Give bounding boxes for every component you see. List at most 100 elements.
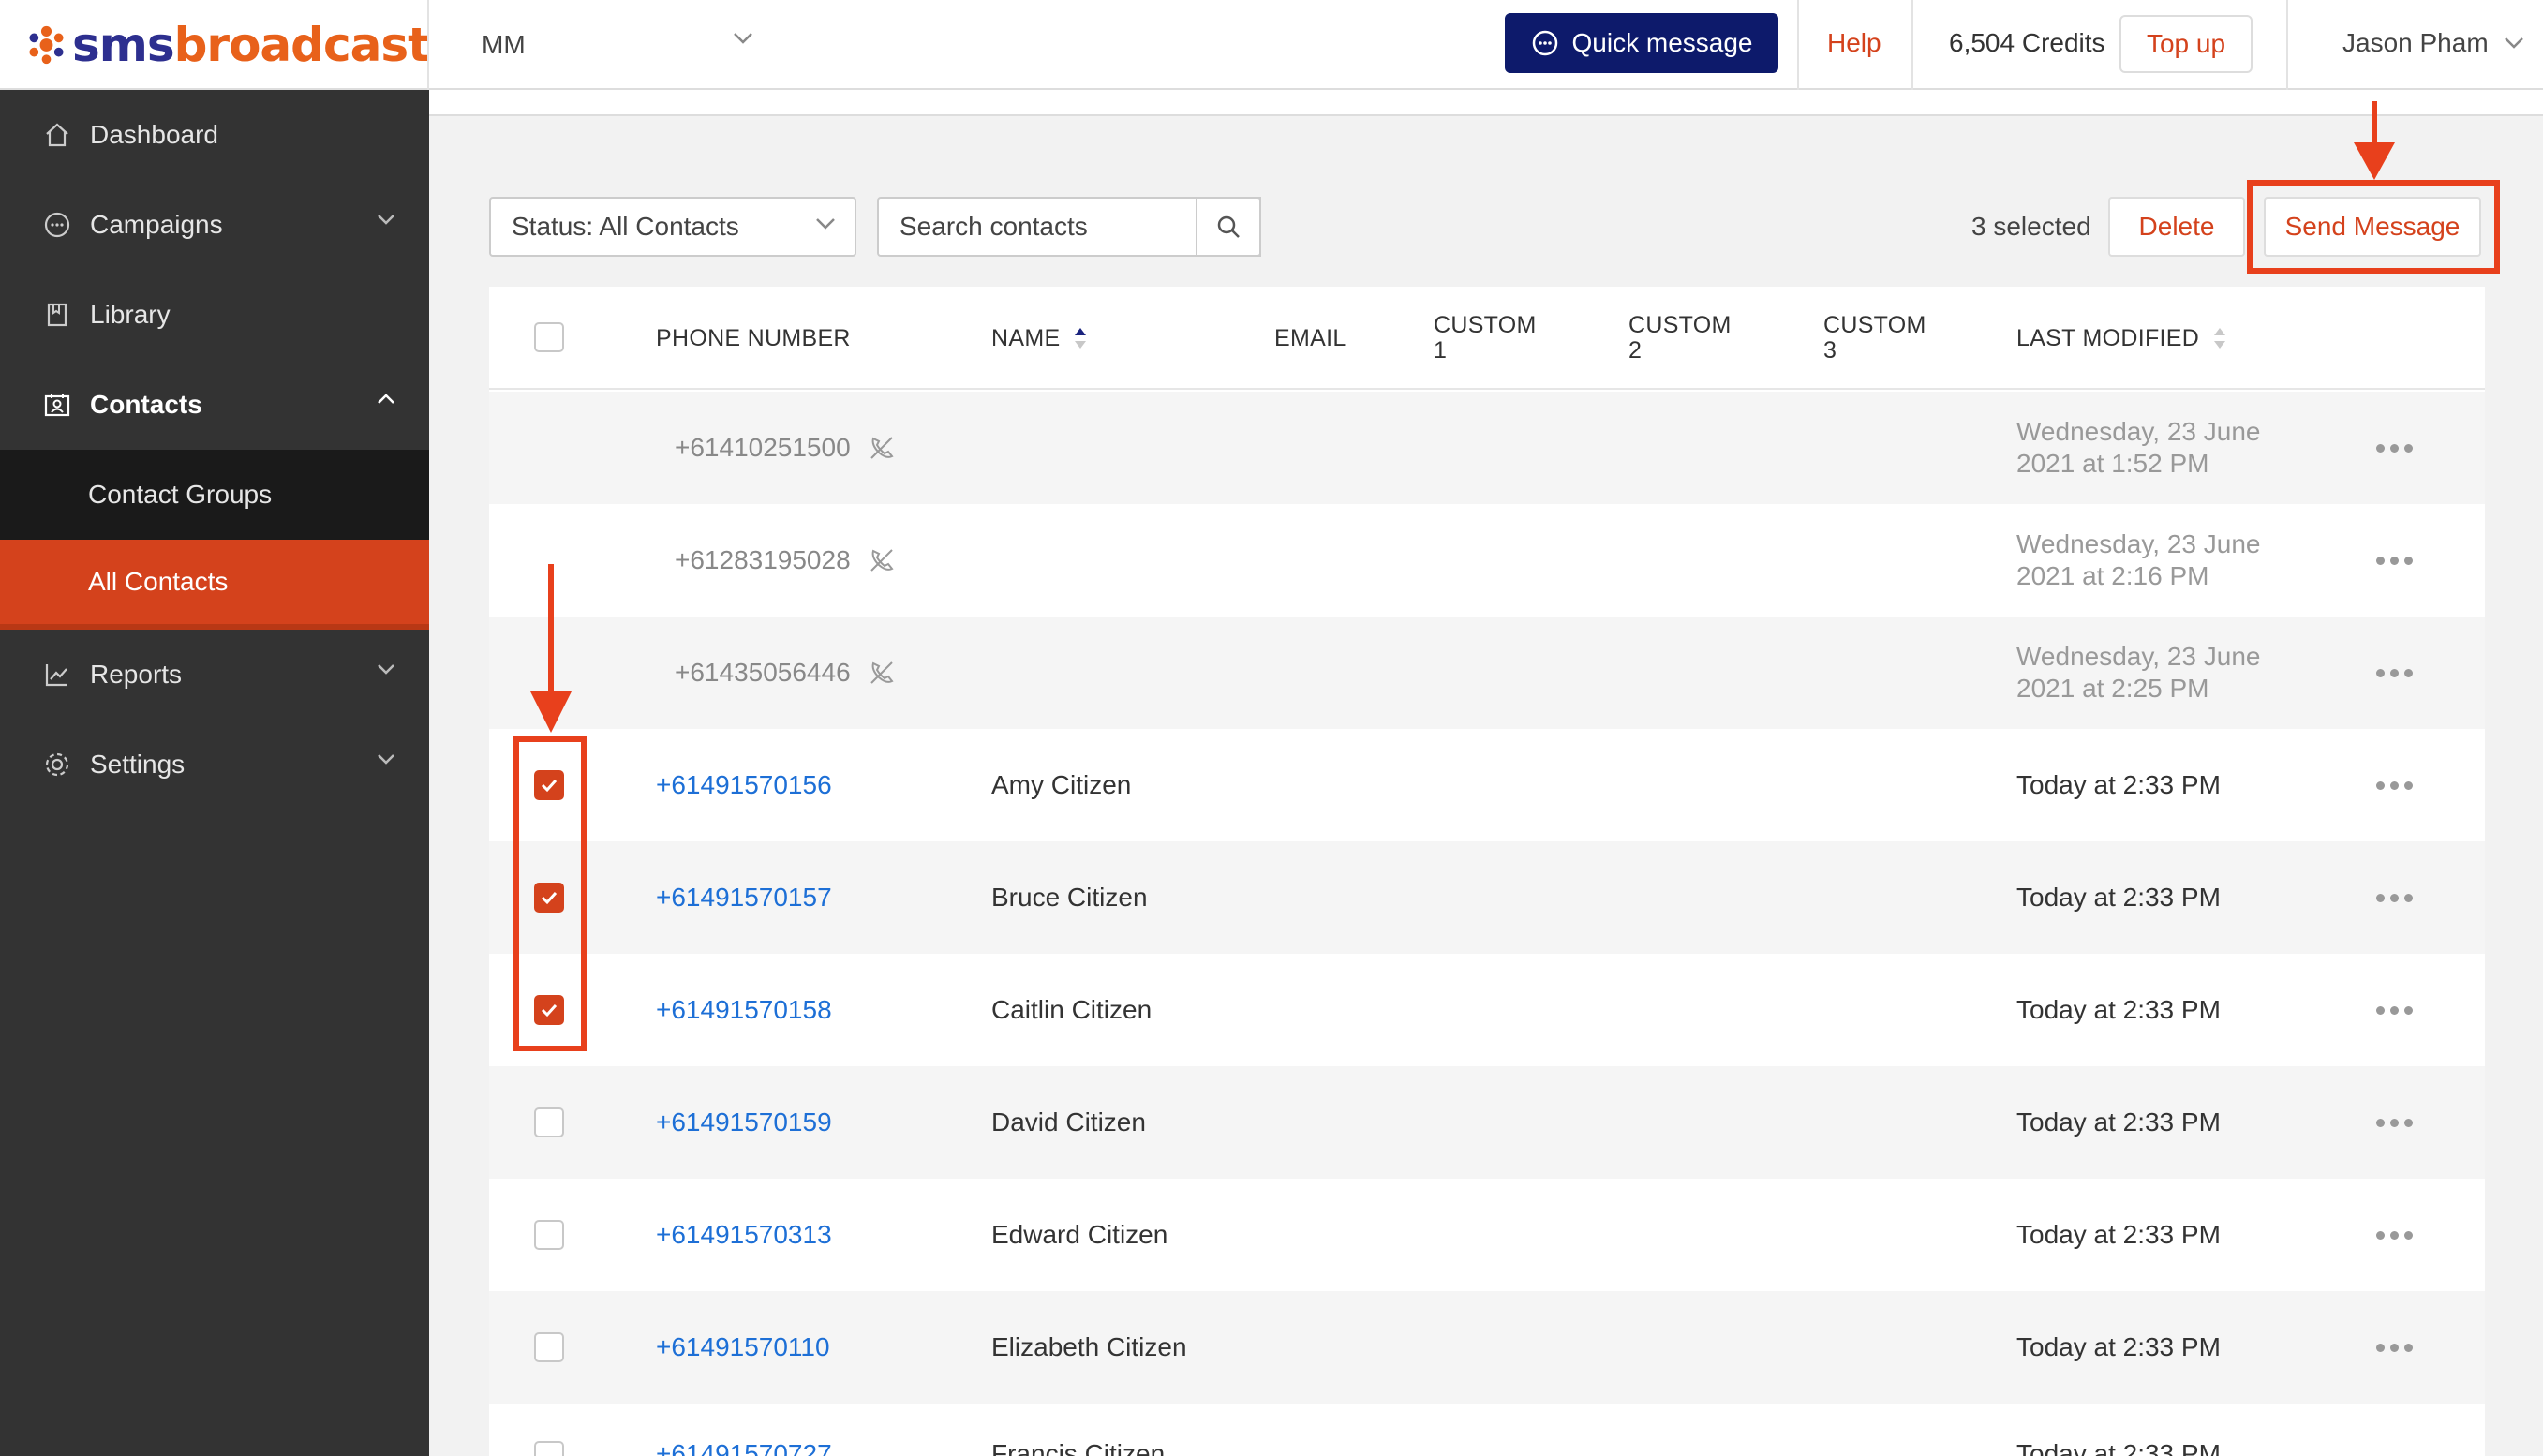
more-options-icon[interactable] xyxy=(2376,617,2413,729)
quick-message-label: Quick message xyxy=(1571,28,1753,57)
selected-count: 3 selected xyxy=(1971,212,2091,241)
phone-link[interactable]: +61491570158 xyxy=(656,954,832,1066)
table-row[interactable]: +61491570158 Caitlin Citizen Today at 2:… xyxy=(489,954,2485,1066)
column-header-email[interactable]: EMAIL xyxy=(1274,287,1346,390)
sort-ascending-icon xyxy=(1075,328,1087,349)
table-row[interactable]: +61491570727 Francis Citizen Today at 2:… xyxy=(489,1404,2485,1456)
sidebar-subitem-all-contacts[interactable]: All Contacts xyxy=(0,540,429,630)
last-modified-line: Today at 2:33 PM xyxy=(2016,1220,2221,1249)
more-options-icon[interactable] xyxy=(2376,841,2413,954)
last-modified-cell: Today at 2:33 PM xyxy=(2016,954,2221,1066)
top-up-button[interactable]: Top up xyxy=(2119,15,2253,73)
table-row[interactable]: +61491570110 Elizabeth Citizen Today at … xyxy=(489,1291,2485,1404)
phone-number: +61283195028 xyxy=(675,545,851,574)
phone-number: +61435056446 xyxy=(675,658,851,687)
column-header-last-modified[interactable]: LAST MODIFIED xyxy=(2016,287,2227,390)
phone-unsubscribed-icon xyxy=(870,437,894,459)
contact-name: Elizabeth Citizen xyxy=(991,1332,1187,1361)
table-row[interactable]: +61491570313 Edward Citizen Today at 2:3… xyxy=(489,1179,2485,1291)
last-modified-line: Today at 2:33 PM xyxy=(2016,1332,2221,1361)
column-header-name[interactable]: NAME xyxy=(991,287,1088,390)
sidebar-item-label: Settings xyxy=(90,750,186,779)
header-divider xyxy=(2286,0,2288,90)
sort-icon xyxy=(2214,328,2226,349)
sidebar-item-library[interactable]: Library xyxy=(0,270,429,360)
phone-link[interactable]: +61491570727 xyxy=(656,1398,832,1456)
phone-cell[interactable]: +61410251500 xyxy=(675,392,896,504)
sidebar-subitem-contact-groups[interactable]: Contact Groups xyxy=(0,450,429,540)
column-header-custom1[interactable]: CUSTOM 1 xyxy=(1434,287,1537,390)
sidebar-item-campaigns[interactable]: Campaigns xyxy=(0,180,429,270)
chevron-up-icon xyxy=(378,394,394,404)
column-header-custom2[interactable]: CUSTOM 2 xyxy=(1628,287,1732,390)
phone-cell[interactable]: +61283195028 xyxy=(675,504,896,617)
column-header-label: LAST MODIFIED xyxy=(2016,324,2200,351)
select-all-checkbox[interactable] xyxy=(534,322,564,352)
phone-unsubscribed-icon xyxy=(870,661,894,684)
phone-link[interactable]: +61491570313 xyxy=(656,1179,832,1291)
sidebar-item-dashboard[interactable]: Dashboard xyxy=(0,90,429,180)
sidebar-item-settings[interactable]: Settings xyxy=(0,720,429,810)
table-row[interactable]: +61435056446 Wednesday, 23 June 2021 at … xyxy=(489,617,2485,729)
more-options-icon[interactable] xyxy=(2376,1179,2413,1291)
sidebar-item-label: Campaigns xyxy=(90,210,223,239)
more-options-icon[interactable] xyxy=(2376,729,2413,841)
more-options-icon[interactable] xyxy=(2376,392,2413,504)
row-checkbox[interactable] xyxy=(534,1220,564,1250)
phone-cell[interactable]: +61435056446 xyxy=(675,617,896,729)
smsbroadcast-logo[interactable]: smsbroadcast xyxy=(26,0,430,90)
table-row[interactable]: +61491570156 Amy Citizen Today at 2:33 P… xyxy=(489,729,2485,841)
last-modified-line: 2021 at 2:25 PM xyxy=(2016,674,2209,703)
delete-button[interactable]: Delete xyxy=(2108,197,2245,257)
column-header-custom3[interactable]: CUSTOM 3 xyxy=(1823,287,1926,390)
row-checkbox[interactable] xyxy=(534,1441,564,1456)
table-row[interactable]: +61491570157 Bruce Citizen Today at 2:33… xyxy=(489,841,2485,954)
arrow-down-icon xyxy=(2354,101,2395,180)
row-checkbox[interactable] xyxy=(534,1332,564,1362)
last-modified-cell: Today at 2:33 PM xyxy=(2016,1066,2221,1179)
more-options-icon[interactable] xyxy=(2376,1066,2413,1179)
search-button[interactable] xyxy=(1196,197,1261,257)
account-select[interactable]: MM xyxy=(482,26,753,64)
column-header-label: 1 xyxy=(1434,337,1448,364)
column-header-phone[interactable]: PHONE NUMBER xyxy=(656,287,851,390)
search-icon xyxy=(1217,215,1240,238)
phone-number: +61410251500 xyxy=(675,433,851,462)
quick-message-button[interactable]: Quick message xyxy=(1505,13,1778,73)
table-row[interactable]: +61410251500 Wednesday, 23 June 2021 at … xyxy=(489,392,2485,504)
logo-icon xyxy=(29,25,64,65)
table-row[interactable]: +61283195028 Wednesday, 23 June 2021 at … xyxy=(489,504,2485,617)
row-checkbox[interactable] xyxy=(534,1107,564,1137)
phone-link[interactable]: +61491570157 xyxy=(656,841,832,954)
user-menu[interactable]: Jason Pham xyxy=(2342,28,2524,58)
logo-wordmark: smsbroadcast xyxy=(72,18,430,72)
more-options-icon[interactable] xyxy=(2376,1291,2413,1404)
last-modified-line: Today at 2:33 PM xyxy=(2016,995,2221,1024)
sidebar-item-label: Library xyxy=(90,300,171,329)
phone-link[interactable]: +61491570156 xyxy=(656,729,832,841)
table-row[interactable]: +61491570159 David Citizen Today at 2:33… xyxy=(489,1066,2485,1179)
more-options-icon[interactable] xyxy=(2376,954,2413,1066)
header-divider xyxy=(427,0,429,90)
sidebar-subitem-label: Contact Groups xyxy=(88,480,273,509)
content-subheader xyxy=(429,90,2543,116)
last-modified-line: 2021 at 1:52 PM xyxy=(2016,449,2209,478)
chevron-down-icon xyxy=(816,218,835,230)
sidebar: Dashboard Campaigns Library Contacts Con… xyxy=(0,90,429,1456)
help-link[interactable]: Help xyxy=(1827,28,1881,58)
column-header-label: CUSTOM xyxy=(1823,312,1926,338)
phone-link[interactable]: +61491570159 xyxy=(656,1066,832,1179)
account-select-value: MM xyxy=(482,30,526,59)
chat-icon xyxy=(41,209,73,241)
last-modified-line: Wednesday, 23 June xyxy=(2016,417,2261,446)
sidebar-item-label: Contacts xyxy=(90,390,202,419)
last-modified-cell: Wednesday, 23 June 2021 at 2:16 PM xyxy=(2016,504,2260,617)
column-header-label: 2 xyxy=(1628,337,1643,364)
sidebar-item-reports[interactable]: Reports xyxy=(0,630,429,720)
status-filter-select[interactable]: Status: All Contacts xyxy=(489,197,856,257)
phone-link[interactable]: +61491570110 xyxy=(656,1291,830,1404)
chat-bubble-icon xyxy=(1532,30,1557,56)
contact-name: David Citizen xyxy=(991,1107,1146,1137)
more-options-icon[interactable] xyxy=(2376,504,2413,617)
sidebar-item-contacts[interactable]: Contacts xyxy=(0,360,429,450)
